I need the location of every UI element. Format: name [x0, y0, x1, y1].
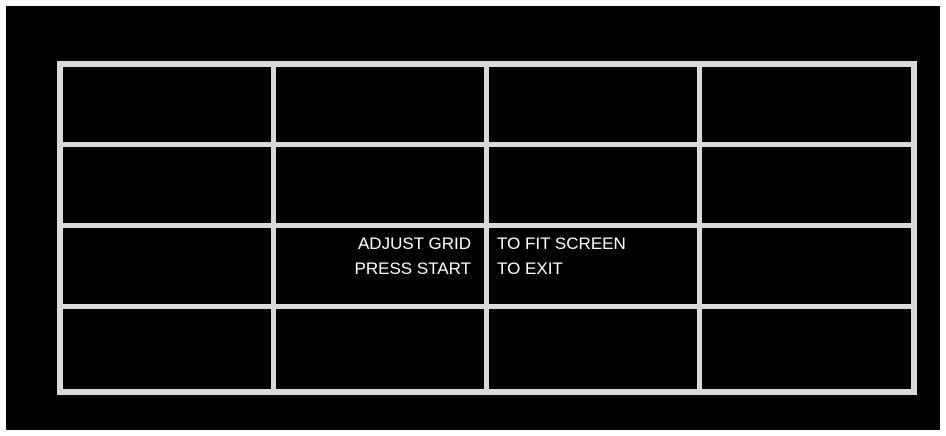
instruction-press-start: PRESS START — [354, 259, 471, 278]
grid-line-vertical-2 — [484, 67, 489, 389]
grid-line-vertical-1 — [271, 67, 276, 389]
instruction-to-fit-screen: TO FIT SCREEN — [497, 234, 626, 253]
instruction-text-left: ADJUST GRID PRESS START — [354, 231, 471, 281]
grid-line-vertical-3 — [697, 67, 702, 389]
calibration-grid — [57, 61, 917, 395]
instruction-to-exit: TO EXIT — [497, 259, 563, 278]
instruction-text-right: TO FIT SCREEN TO EXIT — [497, 231, 626, 281]
instruction-adjust-grid: ADJUST GRID — [357, 234, 471, 253]
game-screen: ADJUST GRID PRESS START TO FIT SCREEN TO… — [6, 6, 940, 430]
